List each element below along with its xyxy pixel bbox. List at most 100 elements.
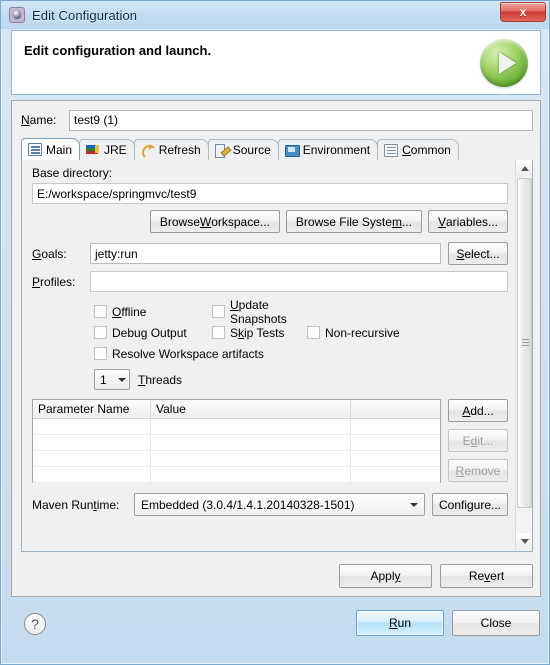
scroll-content: Base directory: E:/workspace/springmvc/t… [22, 160, 516, 550]
refresh-arrows-icon [141, 143, 157, 160]
main-tab-content: Base directory: E:/workspace/springmvc/t… [21, 160, 533, 552]
run-play-icon [480, 39, 528, 87]
profiles-row: Profiles: [32, 271, 508, 292]
threads-dropdown[interactable]: 1 [94, 369, 130, 390]
tab-main[interactable]: Main [21, 138, 81, 160]
scroll-down-arrow-icon[interactable] [516, 533, 532, 550]
checkbox-debug-output[interactable]: Debug Output [94, 326, 212, 340]
table-header-row: Parameter Name Value [33, 400, 440, 419]
checkbox-resolve-workspace-artifacts[interactable]: Resolve Workspace artifacts [94, 347, 264, 361]
checkbox-update-snapshots-label: Update Snapshots [230, 297, 287, 326]
checkbox-box [307, 326, 320, 339]
threads-label: Threads [138, 372, 183, 387]
configure-runtime-button[interactable]: Configure... [432, 493, 508, 516]
remove-parameter-button[interactable]: Remove [448, 459, 508, 482]
environment-monitor-icon [284, 144, 300, 157]
scrollbar-thumb[interactable] [517, 178, 532, 508]
base-directory-input[interactable]: E:/workspace/springmvc/test9 [32, 183, 508, 204]
tab-common[interactable]: Common [377, 139, 459, 160]
checkbox-non-recursive-label: Non-recursive [325, 325, 400, 340]
checkbox-box [94, 305, 107, 318]
checkbox-skip-tests[interactable]: Skip Tests [212, 326, 307, 340]
tab-main-label: Main [46, 142, 73, 157]
close-button[interactable]: Close [452, 610, 540, 636]
checkbox-skip-tests-label: Skip Tests [230, 325, 285, 340]
browse-file-system-button[interactable]: Browse File Syste m... [285, 210, 422, 233]
browse-workspace-button[interactable]: Browse Workspace... [149, 210, 280, 233]
goals-select-button[interactable]: Select... [448, 242, 508, 265]
checkbox-box [212, 305, 225, 318]
checkbox-debug-output-label: Debug Output [112, 325, 187, 340]
main-document-icon [28, 143, 42, 156]
checkbox-resolve-workspace-artifacts-label: Resolve Workspace artifacts [112, 346, 264, 361]
name-input[interactable]: test9 (1) [69, 109, 533, 131]
configuration-panel: Name: test9 (1) Main JRE Refresh Source [11, 100, 541, 597]
profiles-label: Profiles: [32, 274, 76, 289]
base-directory-buttons: Browse Workspace... Browse File Syste m..… [32, 210, 508, 233]
tab-jre-label: JRE [104, 143, 127, 157]
chevron-down-icon [410, 502, 418, 507]
apply-revert-row: Appl y Re v ert [21, 564, 533, 588]
tab-strip: Main JRE Refresh Source Environment Comm… [21, 138, 533, 161]
tab-source[interactable]: Source [207, 139, 279, 160]
footer-buttons: Run Close [356, 610, 540, 636]
edit-configuration-dialog: Edit Configuration x Edit configuration … [0, 0, 550, 665]
maven-runtime-value: Embedded (3.0.4/1.4.1.20140328-1501) [141, 497, 355, 512]
checkbox-offline[interactable]: Offline [94, 305, 212, 319]
apply-button[interactable]: Appl y [339, 564, 432, 588]
table-row[interactable] [33, 419, 440, 435]
table-row[interactable] [33, 467, 440, 483]
checkbox-update-snapshots[interactable]: Update Snapshots [212, 298, 307, 326]
chevron-down-icon [118, 377, 126, 382]
checkbox-offline-label: Offline [112, 304, 147, 319]
base-directory-label: Base directory: [32, 166, 113, 180]
close-window-button[interactable]: x [500, 2, 546, 22]
checkbox-box [212, 326, 225, 339]
column-header-parameter-name: Parameter Name [33, 400, 151, 418]
launch-config-icon [9, 7, 25, 23]
revert-button[interactable]: Re v ert [440, 564, 533, 588]
parameter-table-block: Parameter Name Value Add... Ed it... Remo… [32, 399, 508, 483]
source-pencil-icon [214, 143, 229, 158]
scroll-up-arrow-icon[interactable] [516, 160, 532, 177]
tab-common-label: Common [402, 143, 451, 157]
parameter-table[interactable]: Parameter Name Value [32, 399, 441, 483]
maven-runtime-label: Maven Runtime: [32, 497, 120, 512]
dialog-header: Edit configuration and launch. [11, 30, 541, 95]
add-parameter-button[interactable]: Add... [448, 399, 508, 422]
name-row: Name: test9 (1) [21, 109, 533, 131]
window-title: Edit Configuration [32, 7, 138, 23]
name-label: Name: [21, 113, 57, 127]
tab-source-label: Source [232, 143, 271, 157]
common-list-icon [384, 143, 399, 157]
help-question-icon[interactable]: ? [24, 613, 46, 635]
variables-button[interactable]: Variables... [427, 210, 508, 233]
checkbox-non-recursive[interactable]: Non-recursive [307, 326, 400, 340]
threads-value: 1 [100, 372, 107, 387]
vertical-scrollbar[interactable] [515, 160, 532, 550]
dialog-footer: ? Run Close [11, 599, 541, 654]
header-title: Edit configuration and launch. [24, 43, 212, 58]
column-header-spacer [351, 400, 440, 418]
jre-books-icon [86, 144, 100, 157]
goals-input[interactable]: jetty:run [90, 243, 441, 264]
edit-parameter-button[interactable]: Ed it... [448, 429, 508, 452]
tab-environment[interactable]: Environment [277, 139, 379, 160]
title-bar: Edit Configuration x [1, 1, 549, 29]
parameter-table-buttons: Add... Ed it... Remove [448, 399, 508, 483]
tab-jre[interactable]: JRE [79, 139, 135, 160]
goals-row: Goals: jetty:run Select... [32, 242, 508, 265]
maven-runtime-dropdown[interactable]: Embedded (3.0.4/1.4.1.20140328-1501) [134, 493, 425, 516]
checkbox-box [94, 347, 107, 360]
maven-runtime-row: Maven Runtime: Embedded (3.0.4/1.4.1.201… [32, 493, 508, 516]
tab-refresh[interactable]: Refresh [133, 139, 209, 160]
threads-row: 1 Threads [94, 369, 508, 390]
profiles-input[interactable] [90, 271, 508, 292]
run-button[interactable]: Run [356, 610, 444, 636]
column-header-value: Value [151, 400, 351, 418]
table-row[interactable] [33, 451, 440, 467]
checkbox-box [94, 326, 107, 339]
options-checkbox-grid: Offline Update Snapshots Debug Output Sk… [94, 298, 508, 364]
table-row[interactable] [33, 435, 440, 451]
tab-refresh-label: Refresh [158, 143, 201, 157]
